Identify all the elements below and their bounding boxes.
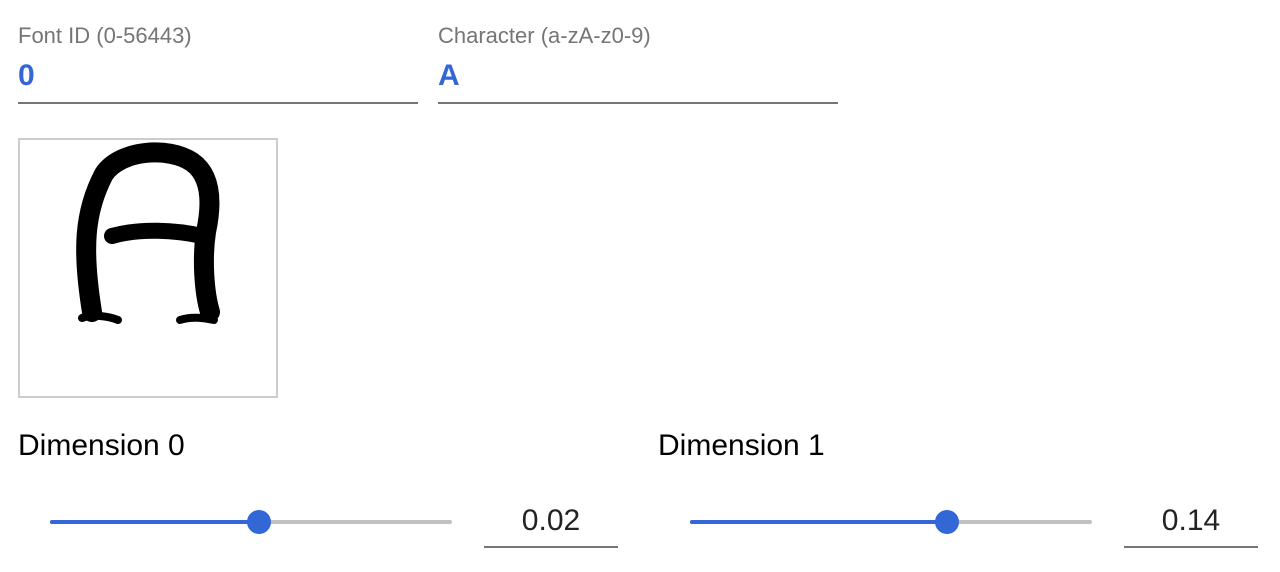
glyph-image: [76, 142, 220, 324]
dimension-1-label: Dimension 1: [658, 429, 825, 462]
dimension-0-label: Dimension 0: [18, 429, 185, 462]
font-explorer-page: Font ID (0-56443) Character (a-zA-z0-9) …: [0, 0, 1280, 572]
glyph-preview: [18, 138, 278, 398]
slider-fill: [50, 520, 260, 524]
character-input[interactable]: [438, 50, 838, 104]
font-id-input[interactable]: [18, 50, 418, 104]
dimension-0-slider[interactable]: [50, 507, 452, 537]
slider-thumb[interactable]: [935, 510, 960, 534]
font-id-label: Font ID (0-56443): [18, 23, 192, 48]
character-label: Character (a-zA-z0-9): [438, 23, 651, 48]
slider-fill: [690, 520, 948, 524]
dimension-0-value-input[interactable]: 0.02: [484, 498, 618, 548]
dimension-1-slider[interactable]: [690, 507, 1092, 537]
slider-thumb[interactable]: [247, 510, 272, 534]
font-id-field: Font ID (0-56443): [18, 22, 418, 104]
character-field: Character (a-zA-z0-9): [438, 22, 838, 104]
dimension-1-value-input[interactable]: 0.14: [1124, 498, 1258, 548]
